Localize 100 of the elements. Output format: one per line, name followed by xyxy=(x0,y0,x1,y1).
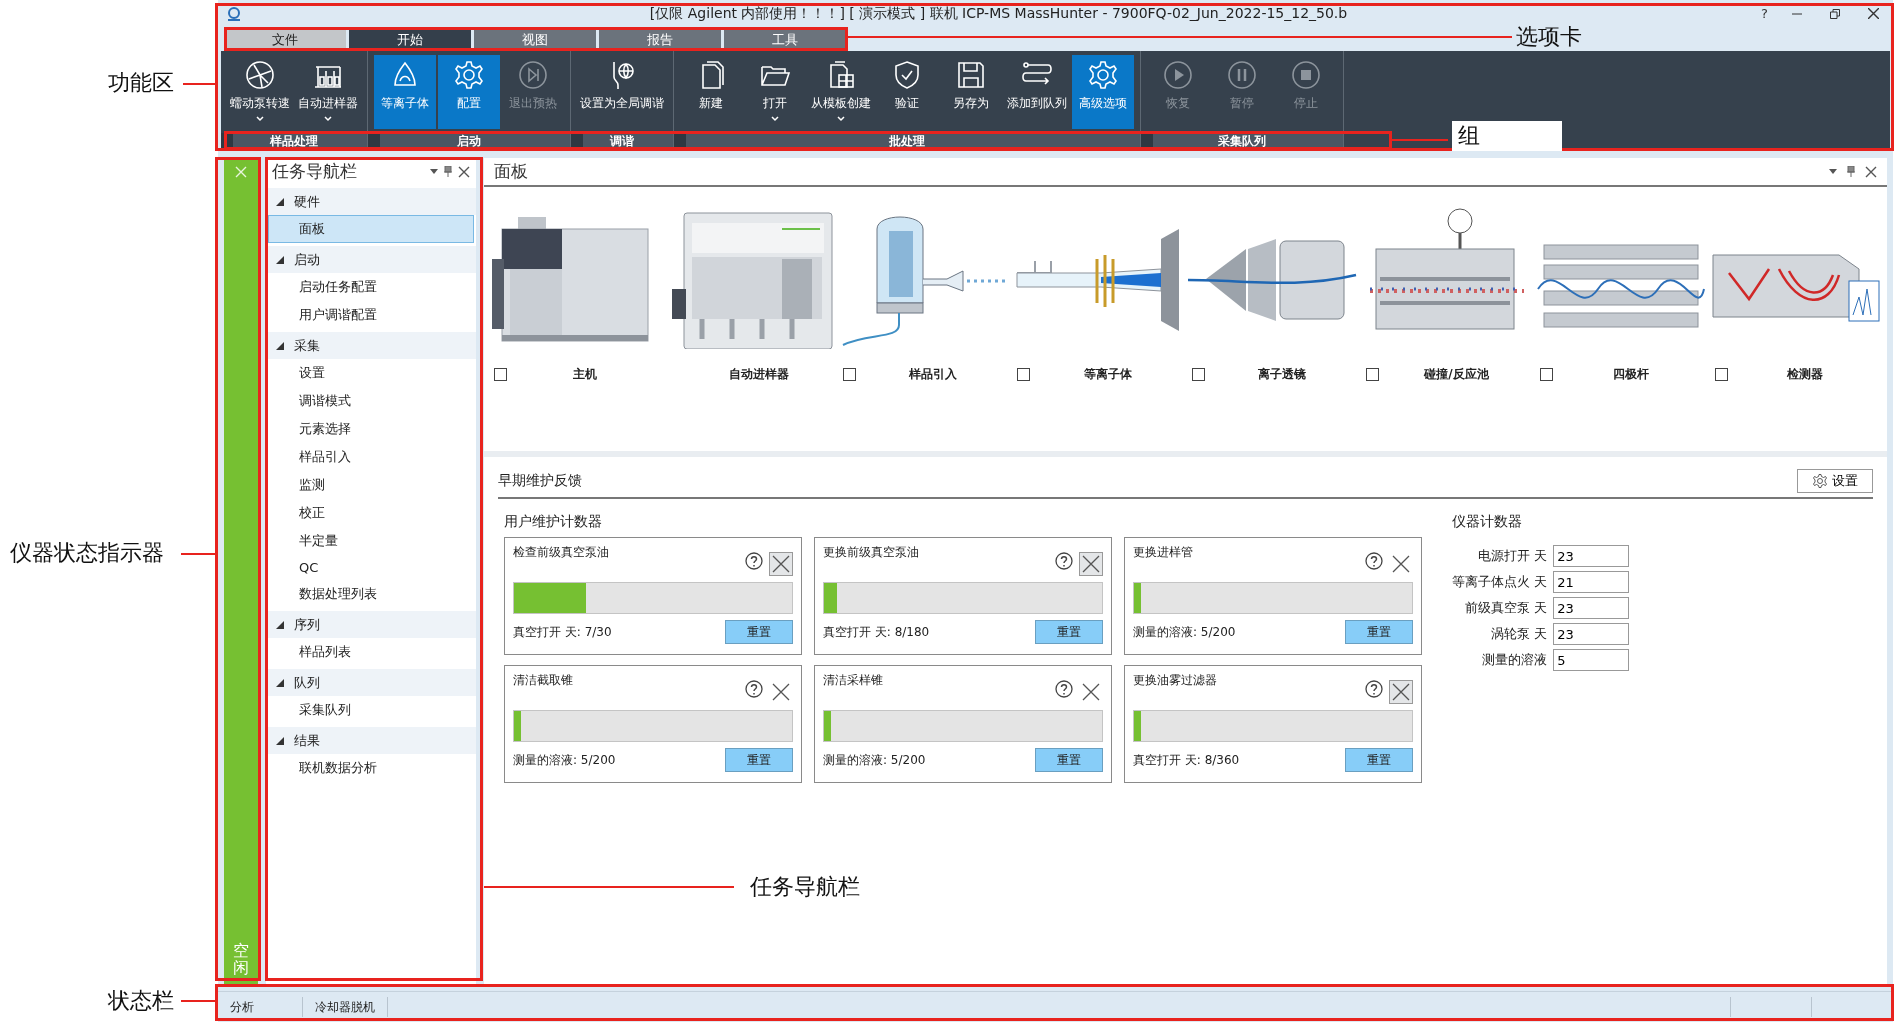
nav-group-label: 队列 xyxy=(294,673,320,692)
help-icon[interactable] xyxy=(745,680,763,698)
caret-icon xyxy=(324,116,332,122)
nav-group-label: 结果 xyxy=(294,731,320,750)
help-icon[interactable] xyxy=(1365,680,1383,698)
annotation-label: 仪器状态指示器 xyxy=(10,539,164,567)
checkbox[interactable] xyxy=(842,367,856,381)
nav-item[interactable]: 校正 xyxy=(268,499,474,527)
leader-line xyxy=(181,553,215,555)
dismiss-button[interactable] xyxy=(1079,552,1103,576)
nav-item[interactable]: 启动任务配置 xyxy=(268,273,474,301)
ribbon-group-label: 样品处理 xyxy=(269,133,319,150)
nav-item[interactable]: 设置 xyxy=(268,359,474,387)
ribbon-button[interactable]: 从模板创建 xyxy=(808,55,874,129)
counter-label: 涡轮泵 天 xyxy=(1490,625,1548,643)
nav-item[interactable]: 调谐模式 xyxy=(268,387,474,415)
ribbon-button[interactable]: 自动进样器 xyxy=(295,55,361,129)
card-title: 清洁截取锥 xyxy=(513,672,574,689)
dropdown-icon[interactable] xyxy=(430,169,438,174)
nav-item[interactable]: 样品列表 xyxy=(268,638,474,666)
ribbon-button[interactable]: 新建 xyxy=(680,55,742,129)
reset-button[interactable]: 重置 xyxy=(725,620,793,644)
play-icon xyxy=(1162,59,1194,91)
help-icon[interactable] xyxy=(1365,552,1383,570)
nav-item[interactable]: 面板 xyxy=(268,215,474,243)
checkbox[interactable] xyxy=(1540,367,1554,381)
counter-field[interactable]: 5 xyxy=(1553,649,1630,671)
counter-field[interactable]: 23 xyxy=(1553,545,1630,567)
app-logo-icon xyxy=(226,5,242,22)
gear-icon xyxy=(1812,473,1828,489)
close-icon[interactable] xyxy=(1865,165,1877,178)
nav-group[interactable]: 采集 xyxy=(266,332,476,359)
nav-item[interactable]: 采集队列 xyxy=(268,696,474,724)
counter-reading: 真空打开 天: 7/30 xyxy=(513,623,613,641)
pause-icon xyxy=(1226,59,1258,91)
module-label: 样品引入 xyxy=(908,365,959,383)
nav-group[interactable]: 启动 xyxy=(266,246,476,273)
counter-field[interactable]: 23 xyxy=(1553,597,1630,619)
reset-button[interactable]: 重置 xyxy=(1035,748,1103,772)
annotation-label: 组 xyxy=(1452,121,1562,151)
checkbox[interactable] xyxy=(1191,367,1205,381)
checkbox[interactable] xyxy=(1714,367,1728,381)
reset-button[interactable]: 重置 xyxy=(1035,620,1103,644)
nav-group-label: 序列 xyxy=(294,615,320,634)
ribbon-button[interactable]: 设置为全局调谐 xyxy=(577,55,667,129)
checkbox[interactable] xyxy=(1017,367,1031,381)
counter-field[interactable]: 23 xyxy=(1553,623,1630,645)
ribbon-button[interactable]: 打开 xyxy=(744,55,806,129)
nav-group-label: 采集 xyxy=(294,336,320,355)
pin-icon[interactable] xyxy=(444,166,452,177)
module-label: 四极杆 xyxy=(1611,365,1650,383)
pin-icon[interactable] xyxy=(1847,166,1855,177)
card-title: 检查前级真空泵油 xyxy=(513,544,610,561)
restore-icon[interactable] xyxy=(1830,8,1840,19)
nav-group[interactable]: 序列 xyxy=(266,611,476,638)
card-title: 更换进样管 xyxy=(1133,544,1194,561)
dismiss-button[interactable] xyxy=(769,552,793,576)
ribbon-button[interactable]: 另存为 xyxy=(940,55,1002,129)
nav-item[interactable]: 数据处理列表 xyxy=(268,580,474,608)
nav-group[interactable]: 队列 xyxy=(266,669,476,696)
nav-item[interactable]: 监测 xyxy=(268,471,474,499)
ribbon-button[interactable]: 添加到队列 xyxy=(1004,55,1070,129)
close-icon[interactable] xyxy=(458,165,470,178)
module-label: 自动进样器 xyxy=(728,365,791,383)
caret-icon xyxy=(256,116,264,122)
checkbox[interactable] xyxy=(494,367,507,381)
ribbon-button[interactable]: 高级选项 xyxy=(1072,55,1134,129)
settings-button[interactable]: 设置 xyxy=(1797,469,1873,493)
card-title: 更换油雾过滤器 xyxy=(1133,672,1218,689)
nav-item[interactable]: 元素选择 xyxy=(268,415,474,443)
close-icon[interactable] xyxy=(1868,8,1879,19)
ribbon-button[interactable]: 等离子体 xyxy=(374,55,436,129)
checkbox[interactable] xyxy=(1365,367,1379,381)
reset-button[interactable]: 重置 xyxy=(725,748,793,772)
ribbon-button[interactable]: 蠕动泵转速 xyxy=(227,55,293,129)
counter-field[interactable]: 21 xyxy=(1553,571,1630,593)
ribbon-button[interactable]: 验证 xyxy=(876,55,938,129)
dropdown-icon[interactable] xyxy=(1829,169,1837,174)
help-button[interactable]: ? xyxy=(1755,6,1774,21)
help-icon[interactable] xyxy=(745,552,763,570)
nav-group[interactable]: 硬件 xyxy=(266,188,476,215)
status-text: 冷却器脱机 xyxy=(303,997,388,1017)
stop-icon xyxy=(1290,59,1322,91)
module-label: 主机 xyxy=(571,365,598,383)
nav-item[interactable]: 联机数据分析 xyxy=(268,754,474,782)
nav-group[interactable]: 结果 xyxy=(266,727,476,754)
help-icon[interactable] xyxy=(1055,552,1073,570)
nav-item[interactable]: QC xyxy=(268,555,474,580)
reset-button[interactable]: 重置 xyxy=(1345,620,1413,644)
panel-title: 任务导航栏 xyxy=(272,160,358,183)
nav-item[interactable]: 样品引入 xyxy=(268,443,474,471)
nav-item[interactable]: 半定量 xyxy=(268,527,474,555)
dismiss-button[interactable] xyxy=(1389,680,1413,704)
help-icon[interactable] xyxy=(1055,680,1073,698)
ribbon-group-label: 启动 xyxy=(456,133,482,150)
reset-button[interactable]: 重置 xyxy=(1345,748,1413,772)
counter-label: 测量的溶液 xyxy=(1481,651,1548,669)
skip-icon xyxy=(517,59,549,91)
ribbon-button[interactable]: 配置 xyxy=(438,55,500,129)
nav-item[interactable]: 用户调谐配置 xyxy=(268,301,474,329)
